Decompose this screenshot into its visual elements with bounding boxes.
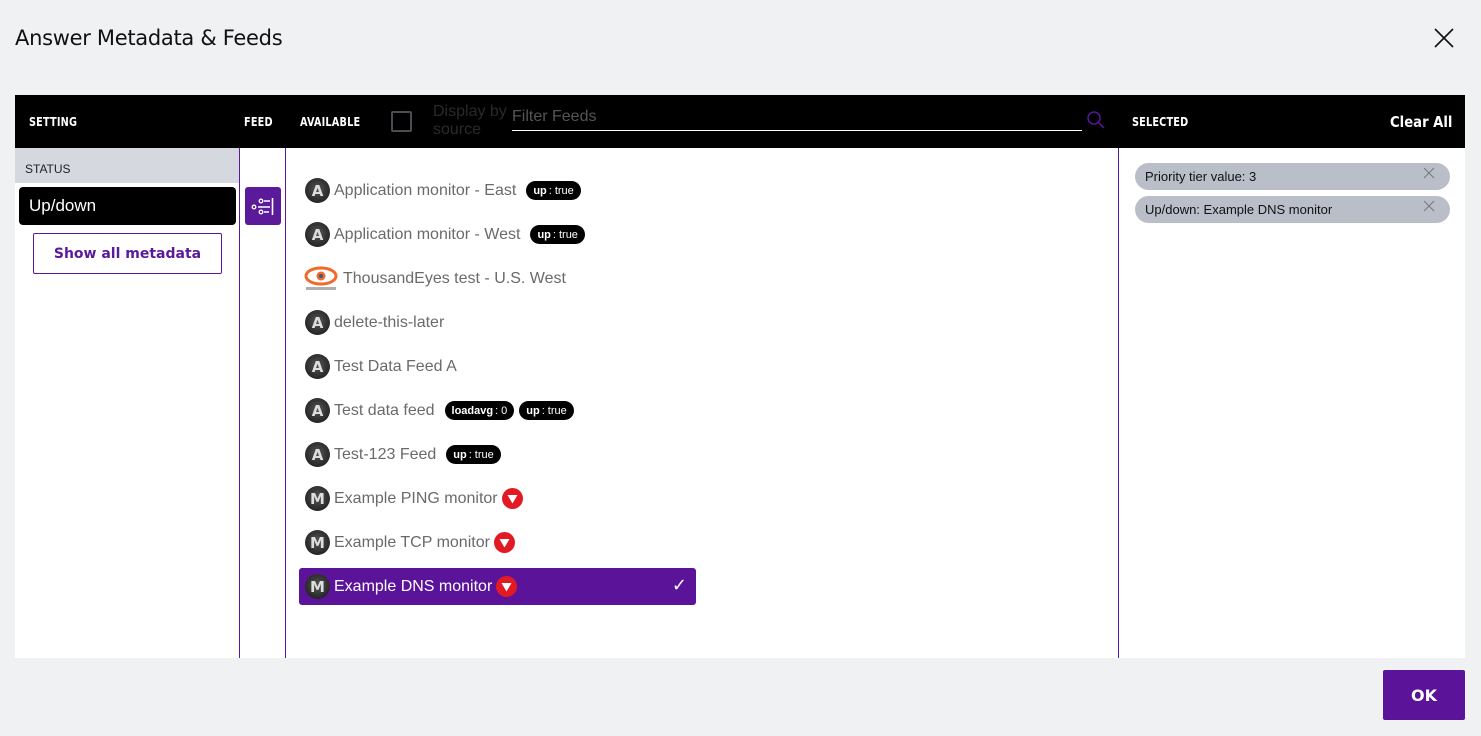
- tag-separator: :: [495, 404, 499, 417]
- tag-separator: :: [468, 448, 472, 461]
- close-button[interactable]: [1432, 26, 1456, 50]
- metadata-tag: up: true: [446, 445, 501, 464]
- available-feeds-list: A Application monitor - East up: true A Appli…: [299, 148, 1117, 658]
- monitor-icon: M: [305, 530, 330, 555]
- metadata-tag: loadavg:0: [444, 401, 515, 420]
- metadata-tag: up: true: [526, 181, 581, 200]
- metadata-tag: up: true: [519, 401, 574, 420]
- close-icon: [1423, 167, 1435, 179]
- feed-name: Test-123 Feed: [334, 445, 437, 463]
- chip-value: Example DNS monitor: [1203, 202, 1333, 217]
- clear-all-button[interactable]: Clear All: [1390, 113, 1452, 131]
- feed-name: Test data feed: [334, 401, 435, 419]
- feed-item[interactable]: M Example DNS monitor ✓: [299, 568, 696, 605]
- app-monitor-icon: A: [305, 398, 330, 423]
- tag-key: loadavg: [451, 404, 494, 417]
- selected-column: Priority tier value: 3 Up/down: Example …: [1119, 148, 1465, 658]
- column-divider: [239, 148, 240, 658]
- status-group-header: STATUS: [15, 148, 239, 183]
- thousandeyes-icon: [303, 266, 339, 291]
- feed-name: Application monitor - East: [334, 181, 517, 199]
- app-monitor-icon: A: [305, 354, 330, 379]
- tag-value: 0: [501, 404, 508, 417]
- app-monitor-icon: A: [305, 178, 330, 203]
- tag-separator: :: [552, 228, 556, 241]
- feed-name: ThousandEyes test - U.S. West: [343, 269, 566, 287]
- tag-separator: :: [541, 404, 545, 417]
- feed-item[interactable]: ThousandEyes test - U.S. West: [299, 260, 696, 297]
- feed-name: delete-this-later: [334, 313, 445, 331]
- filter-feeds-input[interactable]: [512, 104, 1082, 131]
- feed-item[interactable]: M Example PING monitor: [299, 480, 696, 517]
- filter-sliders-icon: [251, 198, 274, 215]
- dialog-title: Answer Metadata & Feeds: [15, 26, 283, 50]
- chip-value: 3: [1249, 169, 1257, 184]
- monitor-icon: M: [305, 486, 330, 511]
- feed-name: Example DNS monitor: [334, 577, 493, 595]
- setting-item-updown[interactable]: Up/down: [19, 187, 236, 225]
- feed-item[interactable]: A Test Data Feed A: [299, 348, 696, 385]
- tag-value: true: [474, 448, 494, 461]
- tag-key: up: [537, 228, 551, 241]
- feed-name: Example PING monitor: [334, 489, 498, 507]
- search-button[interactable]: [1086, 110, 1106, 130]
- setting-column-label: SETTING: [29, 115, 78, 129]
- panel-header: SETTING FEED AVAILABLE Display by source…: [15, 95, 1465, 148]
- display-by-source-checkbox[interactable]: [391, 111, 412, 132]
- show-all-metadata-button[interactable]: Show all metadata: [33, 233, 222, 274]
- status-down-icon: [493, 532, 515, 553]
- remove-chip-button[interactable]: [1423, 167, 1435, 179]
- tag-value: true: [558, 228, 578, 241]
- selected-chip: Priority tier value: 3: [1135, 163, 1450, 190]
- settings-column: STATUS Up/down Show all metadata: [15, 148, 239, 658]
- metadata-feeds-panel: SETTING FEED AVAILABLE Display by source…: [15, 95, 1465, 658]
- tag-value: true: [554, 184, 574, 197]
- feed-name: Example TCP monitor: [334, 533, 490, 551]
- tag-key: up: [533, 184, 547, 197]
- feed-column-label: FEED: [244, 115, 273, 129]
- chip-key: Up/down:: [1145, 202, 1200, 217]
- metadata-tag: up: true: [530, 225, 585, 244]
- feed-filter-button[interactable]: [245, 187, 281, 225]
- setting-item-label: Up/down: [29, 196, 97, 215]
- checkmark-icon: ✓: [671, 575, 687, 595]
- status-down-icon: [496, 576, 518, 597]
- selected-column-label: SELECTED: [1132, 115, 1189, 129]
- chip-key: Priority tier value:: [1145, 169, 1246, 184]
- display-by-source-label: Display by source: [433, 103, 507, 138]
- close-icon: [1423, 200, 1435, 212]
- app-monitor-icon: A: [305, 442, 330, 467]
- selected-chip: Up/down: Example DNS monitor: [1135, 196, 1450, 223]
- status-group-label: STATUS: [25, 162, 71, 176]
- tag-key: up: [526, 404, 540, 417]
- tag-value: true: [547, 404, 567, 417]
- feed-name: Test Data Feed A: [334, 357, 457, 375]
- monitor-icon: M: [305, 574, 330, 599]
- feed-name: Application monitor - West: [334, 225, 521, 243]
- available-column-label: AVAILABLE: [300, 115, 361, 129]
- app-monitor-icon: A: [305, 310, 330, 335]
- search-icon: [1087, 111, 1105, 129]
- column-divider: [285, 148, 286, 658]
- feed-item[interactable]: Adelete-this-later: [299, 304, 696, 341]
- status-down-icon: [501, 488, 523, 509]
- feed-item[interactable]: M Example TCP monitor: [299, 524, 696, 561]
- feed-item[interactable]: A Application monitor - West up: true: [299, 216, 696, 253]
- feed-item[interactable]: A Test-123 Feed up: true: [299, 436, 696, 473]
- tag-key: up: [453, 448, 467, 461]
- app-monitor-icon: A: [305, 222, 330, 247]
- feed-item[interactable]: A Application monitor - East up: true: [299, 172, 696, 209]
- close-icon: [1434, 28, 1454, 48]
- tag-separator: :: [548, 184, 552, 197]
- feed-item[interactable]: A Test data feed loadavg:0 up: true: [299, 392, 696, 429]
- remove-chip-button[interactable]: [1423, 200, 1435, 212]
- ok-button[interactable]: OK: [1383, 670, 1465, 720]
